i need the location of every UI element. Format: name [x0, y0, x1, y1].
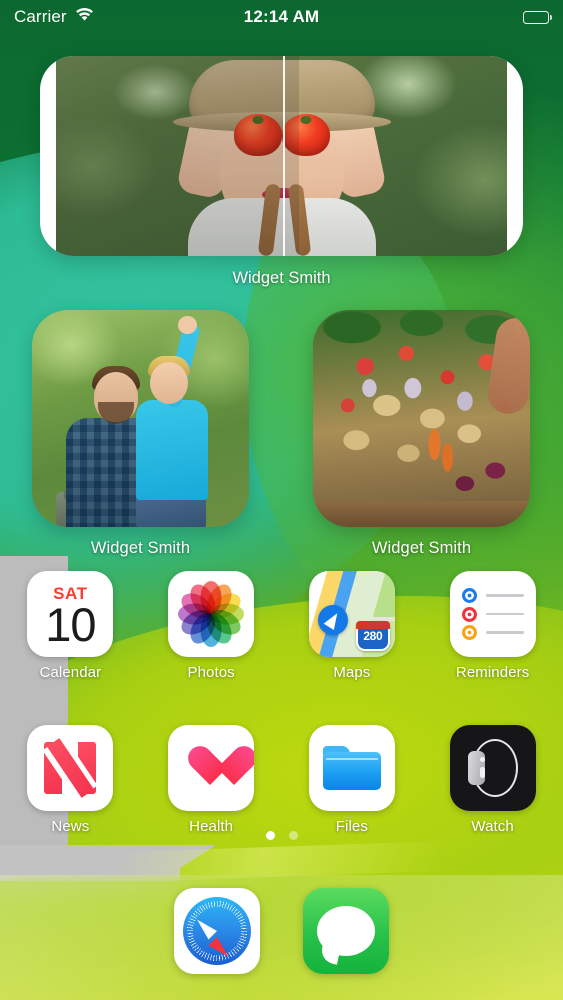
news-icon[interactable] — [27, 725, 114, 811]
dock — [0, 875, 563, 1000]
reminders-icon[interactable] — [449, 571, 536, 657]
widget-medium-container-right: Widget Smith — [281, 310, 562, 558]
status-bar-time: 12:14 AM — [243, 7, 320, 26]
app-calendar[interactable]: SAT 10 Calendar — [0, 571, 141, 681]
app-files[interactable]: Files — [282, 725, 423, 835]
status-bar: Carrier 12:14 AM — [0, 0, 563, 34]
status-bar-right — [523, 10, 552, 24]
calendar-icon[interactable]: SAT 10 — [27, 571, 114, 657]
watch-icon[interactable] — [449, 725, 536, 811]
widget-medium-photo-left[interactable] — [32, 310, 249, 527]
widget-medium-container-left: Widget Smith — [0, 310, 281, 558]
maps-icon[interactable]: 280 — [308, 571, 395, 657]
files-icon[interactable] — [308, 725, 395, 811]
app-row-2: News Health Files Watch — [0, 725, 563, 835]
maps-location-arrow-icon — [317, 605, 348, 635]
app-label-maps: Maps — [333, 664, 371, 681]
widget-large-label: Widget Smith — [232, 269, 331, 287]
page-indicator[interactable] — [0, 831, 563, 840]
widget-large-container: Widget Smith — [40, 56, 523, 288]
photos-icon[interactable] — [168, 571, 255, 657]
app-news[interactable]: News — [0, 725, 141, 835]
page-dot-2[interactable] — [288, 831, 298, 840]
app-grid: SAT 10 Calendar Photos 280 Maps Reminder… — [0, 571, 563, 835]
widget-split-line — [283, 56, 285, 256]
app-health[interactable]: Health — [141, 725, 282, 835]
page-dot-1[interactable] — [265, 831, 275, 840]
maps-highway-shield: 280 — [355, 621, 390, 651]
widget-medium-label-right: Widget Smith — [371, 539, 472, 557]
app-label-calendar: Calendar — [39, 664, 102, 681]
widget-medium-photo-right[interactable] — [313, 310, 530, 527]
health-icon[interactable] — [168, 725, 255, 811]
app-maps[interactable]: 280 Maps — [282, 571, 423, 681]
calendar-day-number: 10 — [45, 598, 96, 652]
app-watch[interactable]: Watch — [422, 725, 563, 835]
widget-medium-row: Widget Smith Widget Smith — [0, 310, 563, 558]
app-photos[interactable]: Photos — [141, 571, 282, 681]
safari-icon[interactable] — [174, 887, 260, 974]
app-row-1: SAT 10 Calendar Photos 280 Maps Reminder… — [0, 571, 563, 681]
maps-highway-number: 280 — [363, 629, 383, 643]
app-label-reminders: Reminders — [455, 664, 530, 681]
photo-left-half-tint — [56, 56, 299, 256]
widget-medium-label-left: Widget Smith — [90, 539, 191, 557]
harvested-vegetables-photo — [313, 310, 530, 527]
messages-icon[interactable] — [303, 887, 389, 974]
widget-large-photo[interactable] — [40, 56, 523, 256]
battery-icon — [523, 10, 552, 24]
app-reminders[interactable]: Reminders — [422, 571, 563, 681]
girl-with-tomatoes-photo — [56, 56, 507, 256]
app-label-photos: Photos — [187, 664, 235, 681]
father-and-son-garden-photo — [32, 310, 249, 527]
